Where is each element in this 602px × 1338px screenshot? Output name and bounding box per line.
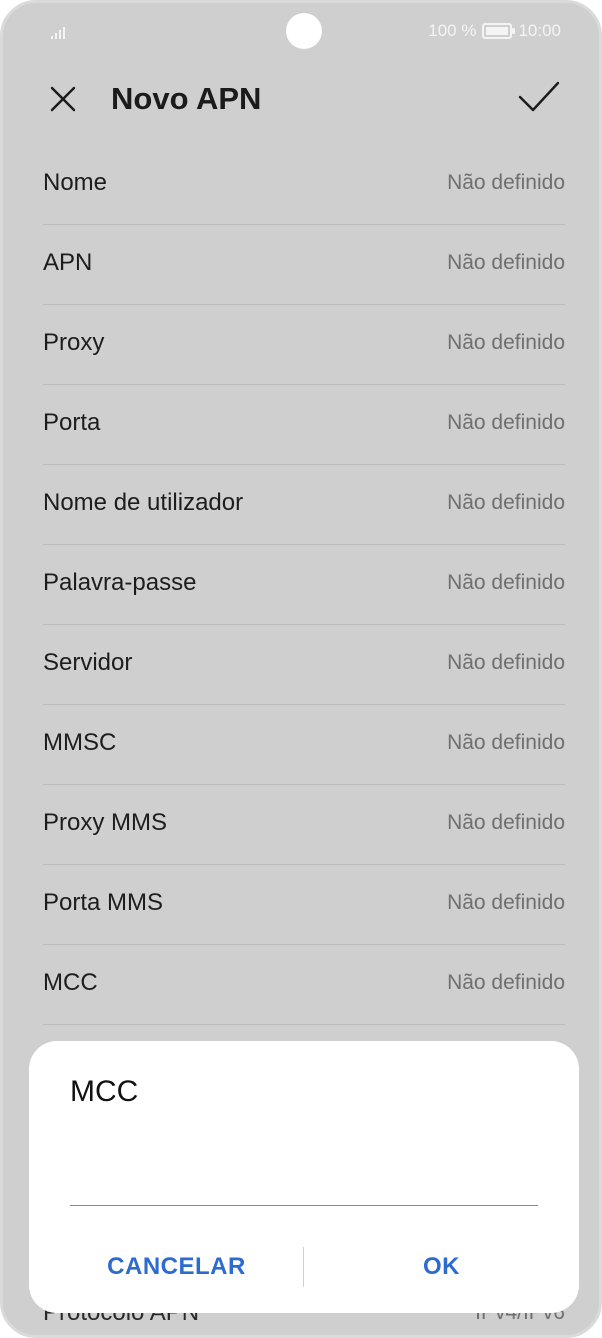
- setting-label: Proxy MMS: [43, 809, 168, 836]
- setting-row-nome[interactable]: Nome Não definido: [43, 145, 565, 225]
- setting-label: MCC: [43, 969, 98, 996]
- setting-value: Não definido: [447, 331, 565, 354]
- phone-screen: 100 % 10:00 Novo APN Nome Não definido A…: [0, 0, 602, 1338]
- battery-percent: 100 %: [428, 21, 477, 40]
- setting-value: Não definido: [447, 971, 565, 994]
- setting-label: Porta: [43, 409, 101, 436]
- setting-label: Palavra-passe: [43, 569, 197, 596]
- setting-row-password[interactable]: Palavra-passe Não definido: [43, 545, 565, 625]
- mcc-input[interactable]: [70, 1161, 538, 1206]
- close-icon: [50, 86, 76, 112]
- setting-label: Nome: [43, 169, 108, 196]
- setting-value: Não definido: [447, 651, 565, 674]
- save-button[interactable]: [515, 75, 563, 119]
- mcc-dialog: MCC CANCELAR OK: [29, 1041, 579, 1313]
- setting-value: Não definido: [447, 731, 565, 754]
- setting-row-mms-proxy[interactable]: Proxy MMS Não definido: [43, 785, 565, 865]
- status-bar: 100 % 10:00: [3, 3, 599, 63]
- setting-value: Não definido: [447, 571, 565, 594]
- cancel-button[interactable]: CANCELAR: [39, 1247, 314, 1287]
- close-button[interactable]: [43, 79, 83, 119]
- setting-row-mcc[interactable]: MCC Não definido: [43, 945, 565, 1025]
- clock: 10:00: [518, 21, 561, 40]
- battery-icon: [482, 23, 516, 39]
- setting-row-server[interactable]: Servidor Não definido: [43, 625, 565, 705]
- setting-value: Não definido: [447, 171, 565, 194]
- apn-settings-list: Nome Não definido APN Não definido Proxy…: [43, 145, 565, 1025]
- setting-value: Não definido: [447, 891, 565, 914]
- app-header: Novo APN: [3, 69, 599, 129]
- setting-row-mms-port[interactable]: Porta MMS Não definido: [43, 865, 565, 945]
- setting-label: Nome de utilizador: [43, 489, 244, 516]
- dialog-actions: CANCELAR OK: [29, 1237, 579, 1297]
- setting-value: Não definido: [447, 491, 565, 514]
- setting-label: MMSC: [43, 729, 117, 756]
- dialog-title: MCC: [70, 1075, 139, 1108]
- setting-label: Proxy: [43, 329, 105, 356]
- setting-row-apn[interactable]: APN Não definido: [43, 225, 565, 305]
- camera-cutout: [286, 13, 322, 49]
- setting-label: Porta MMS: [43, 889, 164, 916]
- setting-value: Não definido: [447, 411, 565, 434]
- setting-row-username[interactable]: Nome de utilizador Não definido: [43, 465, 565, 545]
- status-right: 100 % 10:00: [428, 21, 561, 41]
- signal-bars-icon: [51, 25, 73, 39]
- setting-value: Não definido: [447, 811, 565, 834]
- page-title: Novo APN: [111, 81, 262, 116]
- setting-row-mmsc[interactable]: MMSC Não definido: [43, 705, 565, 785]
- setting-value: Não definido: [447, 251, 565, 274]
- ok-button[interactable]: OK: [304, 1247, 579, 1287]
- setting-row-proxy[interactable]: Proxy Não definido: [43, 305, 565, 385]
- setting-label: APN: [43, 249, 93, 276]
- setting-label: Servidor: [43, 649, 133, 676]
- checkmark-icon: [518, 81, 560, 112]
- setting-row-porta[interactable]: Porta Não definido: [43, 385, 565, 465]
